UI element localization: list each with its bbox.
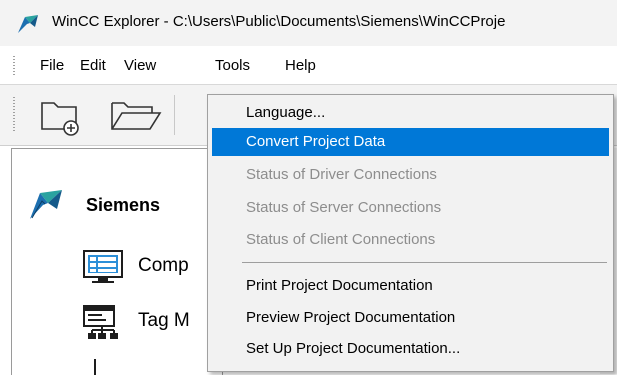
menu-item-status-client-connections[interactable]: Status of Client Connections	[212, 226, 609, 254]
new-project-folder-icon	[41, 102, 79, 136]
menu-item-status-server-connections[interactable]: Status of Server Connections	[212, 194, 609, 222]
computer-list-icon	[83, 250, 123, 283]
title-bar: WinCC Explorer - C:\Users\Public\Documen…	[0, 0, 617, 46]
menu-item-setup-project-documentation[interactable]: Set Up Project Documentation...	[212, 335, 609, 363]
tree-root-label: Siemens	[86, 195, 161, 215]
toolbar-separator	[174, 95, 175, 135]
open-folder-icon	[111, 102, 162, 130]
toolbar-grip[interactable]	[13, 97, 15, 133]
menu-file[interactable]: File	[40, 57, 64, 74]
new-project-button[interactable]	[38, 93, 82, 137]
menu-edit[interactable]: Edit	[80, 57, 106, 74]
menu-item-convert-project-data[interactable]: Convert Project Data	[212, 128, 609, 156]
window-title: WinCC Explorer - C:\Users\Public\Documen…	[52, 13, 506, 30]
menubar-grip[interactable]	[13, 56, 15, 76]
menu-item-preview-project-documentation[interactable]: Preview Project Documentation	[212, 304, 609, 332]
menu-item-status-driver-connections[interactable]: Status of Driver Connections	[212, 161, 609, 189]
project-tree: Siemens Comp Tag M	[11, 148, 223, 375]
tree-node-tag-management-label: Tag M	[138, 310, 190, 331]
menu-view[interactable]: View	[124, 57, 156, 74]
tag-management-icon	[83, 305, 118, 339]
menu-separator	[242, 262, 607, 263]
menu-item-language[interactable]: Language...	[212, 99, 609, 127]
menu-bar: File Edit View Tools Help	[0, 46, 617, 85]
open-project-button[interactable]	[108, 93, 162, 137]
wincc-shark-icon	[30, 190, 62, 219]
menu-tools[interactable]: Tools	[215, 57, 250, 74]
tree-connector	[94, 359, 96, 375]
tools-menu-dropdown: Language... Convert Project Data Status …	[207, 94, 614, 372]
tree-node-computer-label: Comp	[138, 255, 189, 276]
menu-item-print-project-documentation[interactable]: Print Project Documentation	[212, 272, 609, 300]
wincc-shark-icon	[18, 15, 38, 33]
menu-help[interactable]: Help	[285, 57, 316, 74]
